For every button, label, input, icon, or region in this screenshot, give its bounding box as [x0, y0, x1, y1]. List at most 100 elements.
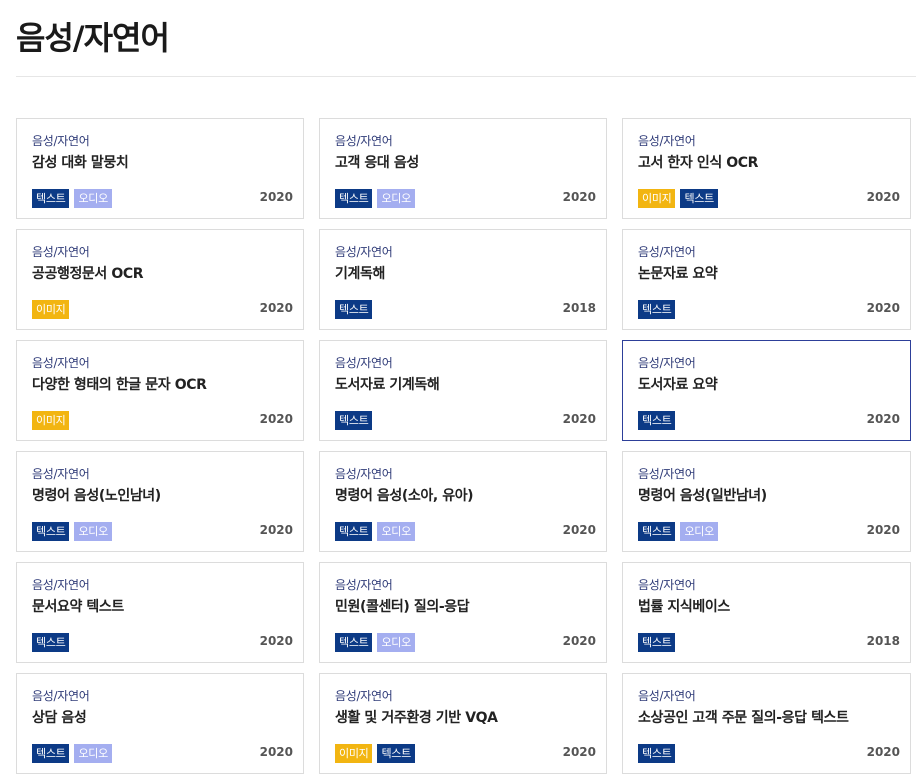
card-tags: 이미지 텍스트 — [335, 744, 415, 763]
card-tags: 텍스트 — [638, 411, 676, 430]
card-tags: 텍스트 오디오 — [32, 744, 112, 763]
card-title: 도서자료 요약 — [638, 377, 718, 393]
dataset-card[interactable]: 음성/자연어 공공행정문서 OCR 이미지 2020 — [16, 229, 304, 330]
audio-tag: 오디오 — [74, 189, 112, 208]
card-year: 2020 — [562, 190, 596, 204]
text-tag: 텍스트 — [335, 522, 373, 541]
image-tag: 이미지 — [638, 189, 676, 208]
text-tag: 텍스트 — [638, 633, 676, 652]
card-year: 2020 — [259, 745, 293, 759]
card-title: 명령어 음성(소아, 유아) — [335, 488, 474, 504]
card-category: 음성/자연어 — [32, 134, 90, 148]
card-title: 문서요약 텍스트 — [32, 599, 124, 615]
card-year: 2020 — [562, 745, 596, 759]
card-category: 음성/자연어 — [638, 578, 696, 592]
dataset-card[interactable]: 음성/자연어 민원(콜센터) 질의-응답 텍스트 오디오 2020 — [319, 562, 607, 663]
card-year: 2020 — [259, 190, 293, 204]
dataset-card[interactable]: 음성/자연어 기계독해 텍스트 2018 — [319, 229, 607, 330]
card-tags: 텍스트 — [335, 300, 373, 319]
text-tag: 텍스트 — [638, 300, 676, 319]
card-tags: 이미지 텍스트 — [638, 189, 718, 208]
dataset-card[interactable]: 음성/자연어 도서자료 기계독해 텍스트 2020 — [319, 340, 607, 441]
card-title: 법률 지식베이스 — [638, 599, 730, 615]
dataset-card[interactable]: 음성/자연어 명령어 음성(일반남녀) 텍스트 오디오 2020 — [622, 451, 911, 552]
text-tag: 텍스트 — [335, 189, 373, 208]
text-tag: 텍스트 — [638, 744, 676, 763]
card-title: 소상공인 고객 주문 질의-응답 텍스트 — [638, 710, 849, 726]
card-category: 음성/자연어 — [638, 467, 696, 481]
card-year: 2020 — [259, 412, 293, 426]
card-tags: 텍스트 오디오 — [335, 189, 415, 208]
dataset-card[interactable]: 음성/자연어 소상공인 고객 주문 질의-응답 텍스트 텍스트 2020 — [622, 673, 911, 774]
card-year: 2020 — [866, 190, 900, 204]
card-year: 2020 — [562, 523, 596, 537]
dataset-card[interactable]: 음성/자연어 고객 응대 음성 텍스트 오디오 2020 — [319, 118, 607, 219]
dataset-card[interactable]: 음성/자연어 문서요약 텍스트 텍스트 2020 — [16, 562, 304, 663]
card-tags: 텍스트 오디오 — [638, 522, 718, 541]
card-category: 음성/자연어 — [32, 467, 90, 481]
card-year: 2020 — [259, 634, 293, 648]
text-tag: 텍스트 — [32, 744, 70, 763]
card-title: 민원(콜센터) 질의-응답 — [335, 599, 470, 615]
card-title: 명령어 음성(노인남녀) — [32, 488, 161, 504]
card-tags: 텍스트 — [638, 633, 676, 652]
image-tag: 이미지 — [32, 300, 70, 319]
card-tags: 이미지 — [32, 300, 70, 319]
card-title: 상담 음성 — [32, 710, 87, 726]
dataset-card[interactable]: 음성/자연어 감성 대화 말뭉치 텍스트 오디오 2020 — [16, 118, 304, 219]
card-year: 2020 — [866, 523, 900, 537]
card-year: 2018 — [866, 634, 900, 648]
card-tags: 텍스트 오디오 — [32, 189, 112, 208]
text-tag: 텍스트 — [32, 633, 70, 652]
card-tags: 텍스트 — [335, 411, 373, 430]
card-title: 감성 대화 말뭉치 — [32, 155, 129, 171]
dataset-card[interactable]: 음성/자연어 생활 및 거주환경 기반 VQA 이미지 텍스트 2020 — [319, 673, 607, 774]
card-year: 2020 — [866, 412, 900, 426]
dataset-card[interactable]: 음성/자연어 명령어 음성(노인남녀) 텍스트 오디오 2020 — [16, 451, 304, 552]
card-category: 음성/자연어 — [638, 134, 696, 148]
card-tags: 텍스트 오디오 — [32, 522, 112, 541]
card-category: 음성/자연어 — [335, 578, 393, 592]
page-title: 음성/자연어 — [16, 19, 170, 57]
image-tag: 이미지 — [335, 744, 373, 763]
card-tags: 이미지 — [32, 411, 70, 430]
card-tags: 텍스트 — [638, 744, 676, 763]
card-title: 기계독해 — [335, 266, 385, 282]
dataset-card[interactable]: 음성/자연어 도서자료 요약 텍스트 2020 — [622, 340, 911, 441]
text-tag: 텍스트 — [680, 189, 718, 208]
card-category: 음성/자연어 — [335, 356, 393, 370]
card-year: 2018 — [562, 301, 596, 315]
card-category: 음성/자연어 — [32, 578, 90, 592]
audio-tag: 오디오 — [377, 633, 415, 652]
dataset-card[interactable]: 음성/자연어 논문자료 요약 텍스트 2020 — [622, 229, 911, 330]
dataset-card[interactable]: 음성/자연어 상담 음성 텍스트 오디오 2020 — [16, 673, 304, 774]
card-year: 2020 — [259, 523, 293, 537]
audio-tag: 오디오 — [680, 522, 718, 541]
card-tags: 텍스트 — [32, 633, 70, 652]
card-category: 음성/자연어 — [32, 245, 90, 259]
card-category: 음성/자연어 — [638, 356, 696, 370]
text-tag: 텍스트 — [32, 522, 70, 541]
dataset-card[interactable]: 음성/자연어 법률 지식베이스 텍스트 2018 — [622, 562, 911, 663]
dataset-card[interactable]: 음성/자연어 고서 한자 인식 OCR 이미지 텍스트 2020 — [622, 118, 911, 219]
card-category: 음성/자연어 — [638, 689, 696, 703]
card-year: 2020 — [562, 412, 596, 426]
card-year: 2020 — [866, 301, 900, 315]
card-category: 음성/자연어 — [335, 134, 393, 148]
card-title: 고서 한자 인식 OCR — [638, 155, 759, 171]
card-year: 2020 — [259, 301, 293, 315]
card-title: 논문자료 요약 — [638, 266, 718, 282]
dataset-card[interactable]: 음성/자연어 명령어 음성(소아, 유아) 텍스트 오디오 2020 — [319, 451, 607, 552]
text-tag: 텍스트 — [335, 300, 373, 319]
audio-tag: 오디오 — [377, 522, 415, 541]
audio-tag: 오디오 — [74, 744, 112, 763]
text-tag: 텍스트 — [335, 411, 373, 430]
dataset-card[interactable]: 음성/자연어 다양한 형태의 한글 문자 OCR 이미지 2020 — [16, 340, 304, 441]
card-tags: 텍스트 오디오 — [335, 633, 415, 652]
card-tags: 텍스트 오디오 — [335, 522, 415, 541]
card-category: 음성/자연어 — [638, 245, 696, 259]
audio-tag: 오디오 — [74, 522, 112, 541]
card-category: 음성/자연어 — [335, 467, 393, 481]
text-tag: 텍스트 — [377, 744, 415, 763]
image-tag: 이미지 — [32, 411, 70, 430]
